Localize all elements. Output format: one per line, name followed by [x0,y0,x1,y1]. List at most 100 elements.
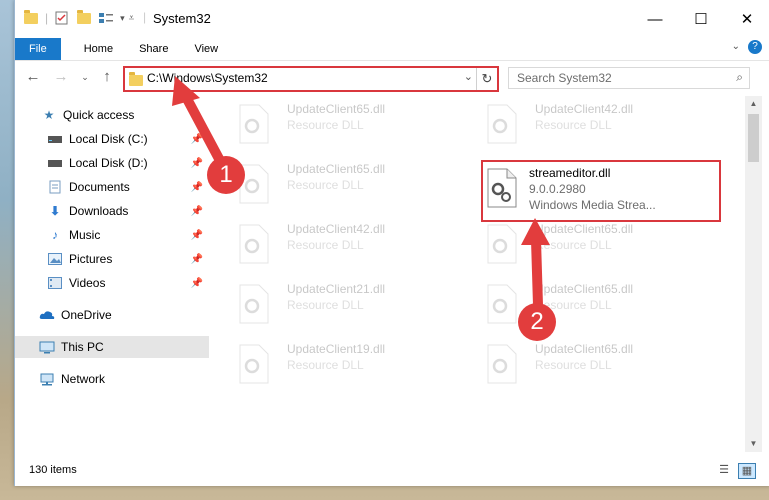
address-row: ← → ⌄ ↑ C:\Windows\System32 ⌄ ↻ Search S… [15,60,769,95]
network-icon [39,371,55,387]
status-bar: 130 items ☰ ▦ [15,460,769,482]
sidebar-item-label: OneDrive [61,308,112,322]
list-item[interactable]: UpdateClient65.dll Resource DLL [479,338,715,396]
pin-icon[interactable]: 📌 [191,230,203,241]
navigation-pane: ★ Quick access Local Disk (C:) 📌 Local D… [15,96,209,452]
cloud-icon [39,307,55,323]
sidebar-item-this-pc[interactable]: This PC [15,336,209,358]
tab-view[interactable]: View [181,38,231,60]
minimize-button[interactable]: — [632,0,678,38]
documents-icon [47,179,63,195]
file-type: Resource DLL [535,118,612,132]
videos-icon [47,275,63,291]
file-description: Windows Media Strea... [529,198,656,212]
sidebar-item-label: Downloads [69,204,129,218]
sidebar-item-local-disk-d[interactable]: Local Disk (D:) 📌 [15,152,209,174]
dropdown-arrow-icon[interactable]: ▾ [120,13,125,24]
tab-home[interactable]: Home [71,38,126,60]
sidebar-item-onedrive[interactable]: OneDrive [15,304,233,326]
dll-file-icon [487,344,517,384]
list-item[interactable]: UpdateClient65.dll Resource DLL [479,218,715,276]
customize-toolbar-icon[interactable]: ⩡ [129,13,135,24]
pin-icon[interactable]: 📌 [191,206,203,217]
drive-icon [47,155,63,171]
properties-icon[interactable] [54,10,70,26]
up-button[interactable]: ↑ [97,67,117,87]
new-folder-icon[interactable] [76,10,92,26]
file-type: Resource DLL [287,238,364,252]
forward-button[interactable]: → [51,67,71,87]
list-item[interactable]: UpdateClient65.dll Resource DLL [231,158,467,216]
dll-file-icon [487,168,517,208]
dll-file-icon [239,344,269,384]
scrollbar-thumb[interactable] [748,114,759,162]
separator: | [143,10,147,24]
tab-share[interactable]: Share [126,38,181,60]
back-button[interactable]: ← [23,67,43,87]
view-options-icon[interactable] [98,10,114,26]
folder-icon[interactable] [23,10,39,26]
sidebar-item-local-disk-c[interactable]: Local Disk (C:) 📌 [15,128,209,150]
sidebar-item-quick-access[interactable]: ★ Quick access [15,104,235,126]
sidebar-item-pictures[interactable]: Pictures 📌 [15,248,209,270]
refresh-button[interactable]: ↻ [476,68,497,90]
dll-file-icon [239,104,269,144]
sidebar-item-label: Videos [69,276,106,290]
search-input[interactable]: Search System32 ⌕ [508,67,750,89]
highlighted-file-item[interactable]: streameditor.dll 9.0.0.2980 Windows Medi… [481,160,721,222]
maximize-button[interactable]: ☐ [678,0,724,38]
pin-icon[interactable]: 📌 [191,182,203,193]
sidebar-item-videos[interactable]: Videos 📌 [15,272,209,294]
expand-ribbon-icon[interactable]: ⌄ [732,41,740,52]
file-type: Resource DLL [287,298,364,312]
list-item[interactable]: UpdateClient42.dll Resource DLL [479,98,715,156]
search-icon[interactable]: ⌕ [736,70,743,85]
callout-badge-2: 2 [518,303,556,341]
pin-icon[interactable]: 📌 [191,254,203,265]
address-bar[interactable]: C:\Windows\System32 ⌄ ↻ [123,66,499,92]
file-name: streameditor.dll [529,166,611,180]
tab-file[interactable]: File [15,38,61,60]
pin-icon[interactable]: 📌 [191,278,203,289]
help-icon[interactable]: ? [748,40,762,54]
file-name: UpdateClient65.dll [535,342,634,356]
sidebar-item-label: Quick access [63,108,135,122]
file-name: UpdateClient65.dll [535,282,634,296]
sidebar-item-music[interactable]: ♪ Music 📌 [15,224,209,246]
tiles-view-icon[interactable]: ▦ [738,463,756,479]
list-item[interactable]: UpdateClient21.dll Resource DLL [231,278,467,336]
dll-file-icon [239,224,269,264]
sidebar-item-network[interactable]: Network [15,368,233,390]
close-button[interactable]: ✕ [724,0,769,38]
sidebar-item-downloads[interactable]: ⬇ Downloads 📌 [15,200,209,222]
file-name: UpdateClient21.dll [287,282,386,296]
address-path: C:\Windows\System32 [147,71,268,85]
scroll-down-arrow-icon[interactable]: ▼ [745,436,762,452]
list-item[interactable]: UpdateClient65.dll Resource DLL [479,278,715,336]
vertical-scrollbar[interactable]: ▲ ▼ [745,96,762,452]
list-item[interactable]: UpdateClient42.dll Resource DLL [231,218,467,276]
pictures-icon [47,251,63,267]
scroll-up-arrow-icon[interactable]: ▲ [745,96,762,112]
file-name: UpdateClient65.dll [535,222,634,236]
list-item[interactable]: UpdateClient65.dll Resource DLL [231,98,467,156]
file-type: Resource DLL [535,238,612,252]
file-type: Resource DLL [535,358,612,372]
sidebar-item-label: This PC [61,340,104,354]
file-name: UpdateClient65.dll [287,162,386,176]
list-item[interactable]: UpdateClient19.dll Resource DLL [231,338,467,396]
sidebar-item-label: Pictures [69,252,113,266]
recent-locations-icon[interactable]: ⌄ [75,67,95,87]
pin-icon[interactable]: 📌 [191,158,203,169]
chevron-down-icon[interactable]: ⌄ [464,70,473,83]
download-icon: ⬇ [49,204,61,218]
dll-file-icon [239,284,269,324]
file-version: 9.0.0.2980 [529,182,586,196]
computer-icon [39,339,55,355]
file-name: UpdateClient42.dll [287,222,386,236]
dll-file-icon [487,104,517,144]
file-list: UpdateClient65.dll Resource DLL UpdateCl… [211,96,741,452]
details-view-icon[interactable]: ☰ [716,463,732,477]
sidebar-item-documents[interactable]: Documents 📌 [15,176,209,198]
pin-icon[interactable]: 📌 [191,134,203,145]
